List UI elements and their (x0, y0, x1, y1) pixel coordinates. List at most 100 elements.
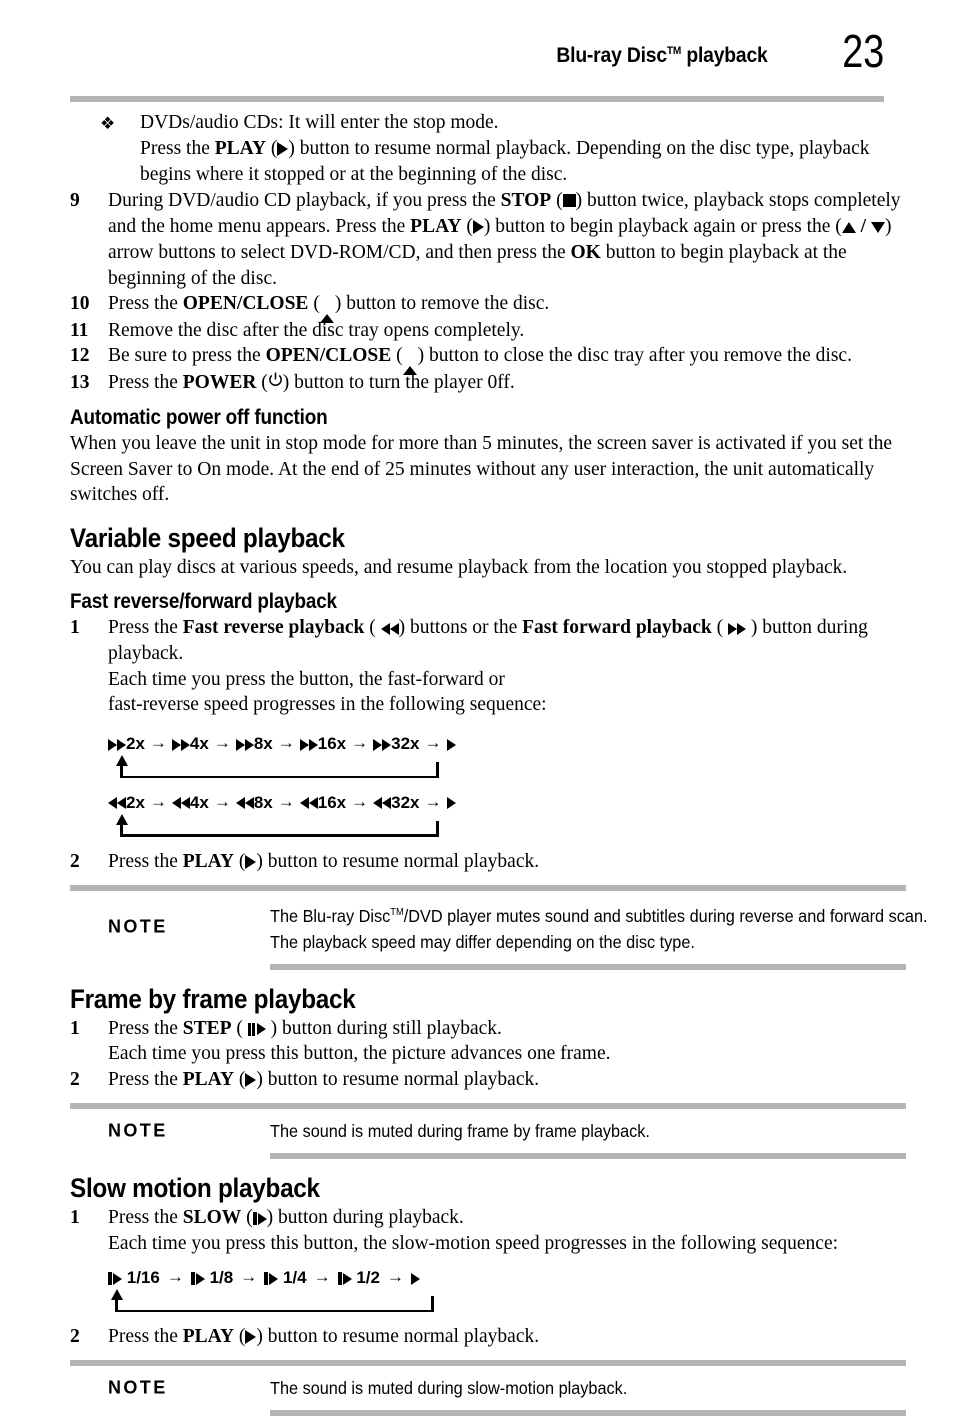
note-label: NOTE (108, 1377, 168, 1398)
fast-reverse-icon (171, 797, 190, 810)
page-number: 23 (842, 25, 884, 77)
forward-speed-item: 8x (235, 734, 273, 754)
fast-step-1-line-2-text: Each time you press the button, the fast… (108, 668, 505, 690)
fast-reverse-icon (235, 797, 254, 810)
bullet-line-1: DVDs/audio CDs: It will enter the stop m… (140, 112, 499, 133)
step-frame-icon (247, 1022, 266, 1036)
fast-forward-icon (171, 738, 190, 751)
slow-step-2: 2 Press the PLAY () button to resume nor… (70, 1324, 906, 1350)
note-line-1: The sound is muted during frame by frame… (270, 1121, 650, 1142)
slow-icon (264, 1272, 279, 1286)
slow-step-1-seg-1: Press the (108, 1207, 183, 1229)
reverse-speed-label: 2x (126, 792, 145, 812)
play-icon (245, 1067, 257, 1093)
forward-sequence-loopback (108, 754, 906, 780)
slow-label: SLOW (182, 1207, 242, 1229)
step-11: 11 Remove the disc after the disc tray o… (70, 318, 906, 344)
forward-speed-item: 2x (108, 734, 145, 754)
step-number: 12 (70, 345, 90, 367)
reverse-speed-label: 4x (189, 792, 209, 812)
slow-step-1-line-2-text: Each time you press this button, the slo… (108, 1232, 839, 1254)
note-line-1: The sound is muted during slow-motion pl… (270, 1378, 628, 1399)
reverse-sequence-loopback (108, 813, 906, 839)
reverse-speed-label: 32x (391, 792, 420, 812)
heading-variable-speed-playback: Variable speed playback (70, 522, 345, 553)
fast-step-1: 1 Press the Fast reverse playback ( ) bu… (70, 617, 868, 664)
fast-step-2-seg-1: Press the (108, 850, 183, 872)
note-divider-bottom (270, 1410, 906, 1416)
play-label: PLAY (182, 1326, 235, 1348)
forward-speed-item: 16x (299, 734, 346, 754)
heading-fast-reverse-forward: Fast reverse/forward playback (70, 590, 337, 614)
note-block-scan: NOTE The Blu-ray DiscTM/DVD player mutes… (70, 885, 928, 970)
fast-forward-icon (235, 738, 254, 751)
note-line-1-post: /DVD player mutes sound and subtitles du… (403, 905, 928, 926)
slow-speed-item: 1/16 (108, 1268, 160, 1288)
slow-speed-label: 1/4 (282, 1268, 307, 1288)
arrow-up-icon (841, 214, 856, 240)
fast-forward-label: Fast forward playback (522, 617, 712, 639)
sequence-arrow-icon: → (149, 791, 167, 811)
play-icon (277, 135, 289, 161)
fast-forward-icon (373, 738, 392, 751)
step-13-seg-2: ) button to turn the player 0ff. (282, 371, 515, 393)
reverse-speed-item: 32x (373, 792, 420, 813)
eject-icon (319, 291, 335, 324)
bullet-line-2-pre: Press the (140, 137, 215, 159)
slow-speed-label: 1/16 (126, 1268, 160, 1288)
slow-step-2-seg-2: ) button to resume normal playback. (256, 1326, 540, 1348)
forward-speed-item: 32x (373, 734, 420, 754)
step-number: 10 (70, 293, 90, 315)
fast-step-2-seg-2: ) button to resume normal playback. (256, 850, 540, 872)
sequence-arrow-icon: → (313, 1267, 331, 1287)
power-icon (268, 370, 283, 396)
step-11-text: Remove the disc after the disc tray open… (108, 319, 525, 341)
slow-sequence-loopback (108, 1288, 906, 1314)
sequence-arrow-icon: → (277, 791, 295, 811)
heading-automatic-power-off: Automatic power off function (70, 405, 328, 429)
reverse-speed-item: 16x (299, 793, 346, 813)
slow-icon (108, 1272, 122, 1286)
slow-speed-item: 1/8 (190, 1268, 233, 1288)
sequence-arrow-icon: → (277, 733, 295, 753)
play-icon (245, 1324, 257, 1350)
step-10-seg-2: ) button to remove the disc. (334, 293, 550, 315)
step-number: 2 (70, 1326, 80, 1348)
fast-reverse-icon (108, 797, 126, 810)
variable-speed-body: You can play discs at various speeds, an… (70, 556, 848, 578)
step-number: 11 (70, 319, 89, 341)
frame-step-2-seg-2: ) button to resume normal playback. (256, 1069, 540, 1091)
frame-step-2-seg-1: Press the (108, 1069, 183, 1091)
sequence-arrow-icon: → (351, 791, 369, 811)
reverse-speed-label: 8x (253, 792, 273, 812)
sequence-arrow-icon: → (424, 733, 442, 753)
play-label: PLAY (214, 137, 267, 159)
step-12: 12 Be sure to press the OPEN/CLOSE () bu… (70, 343, 906, 376)
note-line-1-pre: The Blu-ray Disc (270, 905, 391, 926)
step-number: 1 (70, 1017, 80, 1039)
arrow-down-icon (870, 214, 885, 240)
play-label: PLAY (182, 1069, 235, 1091)
header-title: Blu-ray DiscTM playback (557, 44, 768, 68)
step-12-seg-1: Be sure to press the (108, 345, 266, 367)
header-title-rest: playback (681, 44, 768, 67)
play-icon (245, 848, 257, 874)
step-10: 10 Press the OPEN/CLOSE () button to rem… (70, 291, 906, 324)
slow-icon (337, 1272, 352, 1286)
step-9: 9 During DVD/audio CD playback, if you p… (70, 188, 906, 292)
open-close-label: OPEN/CLOSE (265, 345, 392, 367)
ok-label: OK (570, 242, 601, 264)
slow-icon (252, 1212, 267, 1226)
heading-frame-by-frame-playback: Frame by frame playback (70, 983, 356, 1014)
forward-speed-sequence-diagram: 2x → 4x → 8x → 16x → 32x → (70, 733, 906, 781)
forward-speed-item: 4x (171, 734, 209, 754)
slow-sequence-row: 1/16 → 1/8 → 1/4 → 1/2 → (108, 1267, 906, 1289)
note-text: The Blu-ray DiscTM/DVD player mutes soun… (270, 900, 928, 955)
diamond-bullet-icon: ❖ (100, 114, 116, 133)
sequence-arrow-icon: → (166, 1267, 184, 1287)
step-9-seg-1: During DVD/audio CD playback, if you pre… (108, 189, 501, 211)
step-label: STEP (182, 1017, 232, 1039)
forward-sequence-row: 2x → 4x → 8x → 16x → 32x → (108, 733, 906, 755)
note-text: The sound is muted during slow-motion pl… (270, 1375, 861, 1401)
play-label: PLAY (410, 215, 462, 237)
